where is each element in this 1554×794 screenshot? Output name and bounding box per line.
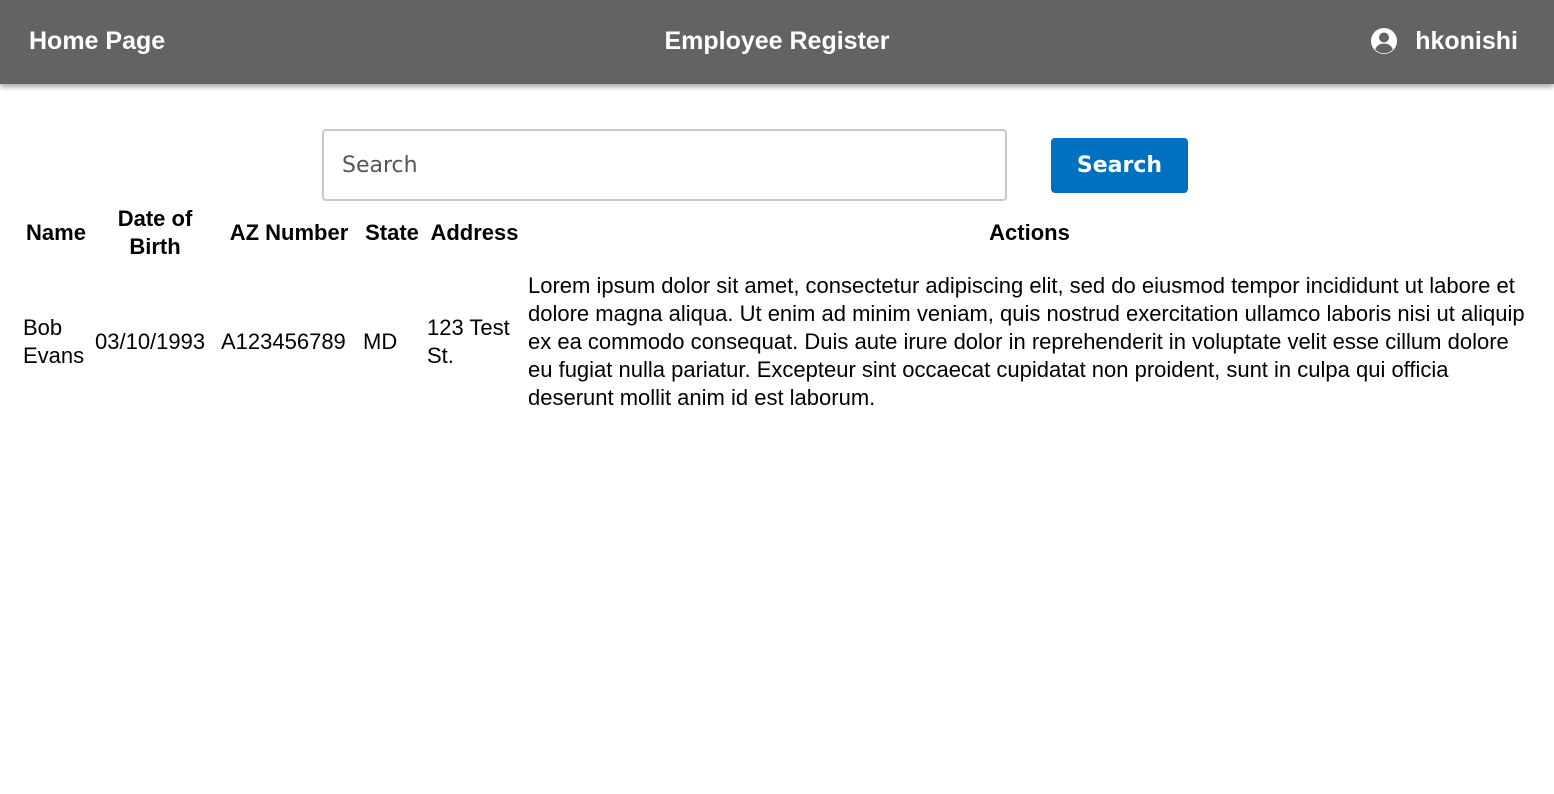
column-header-actions: Actions	[989, 220, 1070, 245]
column-header-address: Address	[430, 220, 519, 245]
cell-date-of-birth: 03/10/1993	[95, 329, 206, 354]
cell-actions: Lorem ipsum dolor sit amet, consectetur …	[528, 273, 1525, 410]
table-header-row: Name Date of Birth AZ Number State Addre…	[20, 204, 1534, 264]
page-title: Employee Register	[664, 27, 890, 55]
user-circle-icon	[1371, 28, 1398, 54]
search-button[interactable]: Search	[1051, 138, 1188, 193]
top-navbar: Home Page Employee Register hkonishi	[0, 0, 1554, 84]
cell-name: Bob Evans	[23, 315, 85, 368]
username: hkonishi	[1415, 27, 1518, 55]
column-header-az-number: AZ Number	[229, 220, 349, 245]
column-header-date-of-birth: Date of Birth	[117, 206, 193, 259]
column-header-name: Name	[26, 220, 86, 245]
search-input[interactable]	[322, 129, 1007, 201]
cell-az-number: A123456789	[221, 329, 346, 354]
cell-state: MD	[363, 329, 398, 354]
column-header-state: State	[365, 220, 419, 245]
table-row: Bob Evans 03/10/1993 A123456789 MD 123 T…	[20, 264, 1534, 420]
employee-table: Name Date of Birth AZ Number State Addre…	[20, 204, 1534, 420]
user-menu[interactable]: hkonishi	[1370, 25, 1518, 57]
cell-address: 123 Test St.	[427, 315, 510, 368]
